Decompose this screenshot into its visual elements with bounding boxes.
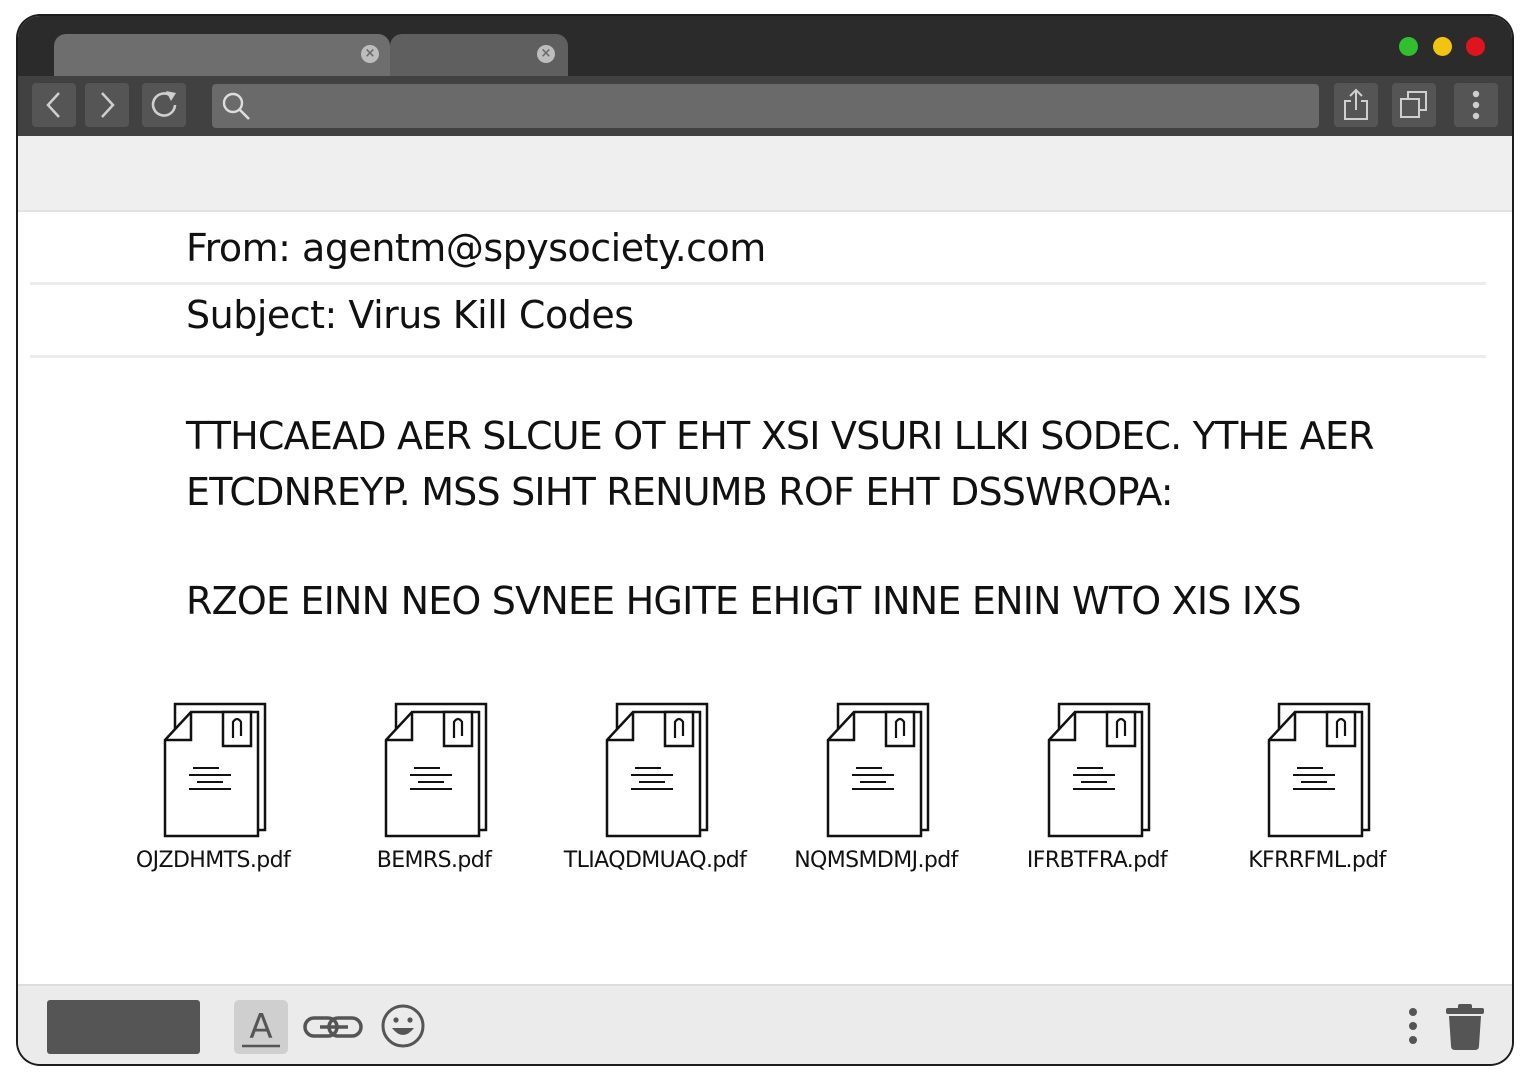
share-button[interactable]: [1334, 83, 1378, 127]
pdf-file-icon: [826, 702, 930, 838]
address-bar[interactable]: [212, 84, 1319, 130]
browser-window: × × From: agentm@spysociety.com Subject:…: [18, 16, 1512, 1064]
attachment-filename[interactable]: BEMRS.pdf: [314, 848, 554, 873]
title-bar: × ×: [18, 16, 1512, 76]
attachment-list: OJZDHMTS.pdf BEMRS.pdf TLIAQDMUAQ.pdf NQ…: [18, 696, 1512, 896]
text-format-button[interactable]: A: [234, 1000, 288, 1054]
attachment-item[interactable]: TLIAQDMUAQ.pdf: [555, 696, 755, 886]
email-from: From: agentm@spysociety.com: [186, 226, 766, 270]
email-from-row: From: agentm@spysociety.com: [30, 212, 1486, 285]
reload-button[interactable]: [142, 83, 186, 127]
kebab-menu-icon: [1472, 90, 1480, 120]
format-glyph: A: [249, 1007, 272, 1047]
pdf-file-icon: [1267, 702, 1371, 838]
close-window-button[interactable]: [1466, 37, 1485, 56]
share-icon: [1344, 88, 1368, 120]
pdf-file-icon: [384, 702, 488, 838]
forward-button[interactable]: [85, 83, 129, 127]
email-subject-row: Subject: Virus Kill Codes: [30, 285, 1486, 358]
close-tab-icon[interactable]: ×: [537, 45, 555, 63]
browser-menu-button[interactable]: [1454, 83, 1498, 127]
reload-icon: [151, 91, 177, 117]
browser-toolbar: [18, 76, 1512, 136]
tabs-icon: [1400, 91, 1427, 118]
page-header-band: [18, 136, 1512, 212]
browser-tab-1[interactable]: ×: [54, 34, 390, 76]
search-icon: [222, 92, 250, 120]
trash-icon[interactable]: [1442, 1002, 1488, 1052]
back-arrow-icon: [46, 92, 60, 118]
close-tab-icon[interactable]: ×: [361, 45, 379, 63]
compose-toolbar: A: [18, 984, 1512, 1064]
text-format-icon: A: [242, 1007, 280, 1048]
attachment-filename[interactable]: OJZDHMTS.pdf: [93, 848, 333, 873]
email-subject: Subject: Virus Kill Codes: [186, 293, 634, 337]
url-input[interactable]: [262, 84, 1306, 130]
minimize-window-button[interactable]: [1433, 37, 1452, 56]
attachment-item[interactable]: KFRRFML.pdf: [1217, 696, 1417, 886]
attachment-item[interactable]: NQMSMDMJ.pdf: [776, 696, 976, 886]
attachment-filename[interactable]: KFRRFML.pdf: [1197, 848, 1437, 873]
attachment-item[interactable]: OJZDHMTS.pdf: [113, 696, 313, 886]
email-body-paragraph: TTHCAEAD AER SLCUE OT EHT XSI VSURI LLKI…: [186, 414, 1375, 514]
maximize-window-button[interactable]: [1399, 37, 1418, 56]
attachment-filename[interactable]: TLIAQDMUAQ.pdf: [535, 848, 775, 873]
attachment-filename[interactable]: IFRBTFRA.pdf: [977, 848, 1217, 873]
attachment-item[interactable]: IFRBTFRA.pdf: [997, 696, 1197, 886]
email-body-paragraph: RZOE EINN NEO SVNEE HGITE EHIGT INNE ENI…: [186, 579, 1302, 623]
tabs-overview-button[interactable]: [1392, 83, 1436, 127]
pdf-file-icon: [1047, 702, 1151, 838]
attachment-filename[interactable]: NQMSMDMJ.pdf: [756, 848, 996, 873]
forward-arrow-icon: [101, 92, 115, 118]
attachment-item[interactable]: BEMRS.pdf: [334, 696, 534, 886]
back-button[interactable]: [32, 83, 76, 127]
browser-tab-2[interactable]: ×: [390, 34, 568, 76]
more-options-icon[interactable]: [1398, 1004, 1428, 1050]
pdf-file-icon: [605, 702, 709, 838]
send-button[interactable]: [47, 1000, 200, 1054]
pdf-file-icon: [163, 702, 267, 838]
link-icon[interactable]: [302, 1010, 366, 1044]
emoji-icon[interactable]: [380, 1003, 426, 1049]
